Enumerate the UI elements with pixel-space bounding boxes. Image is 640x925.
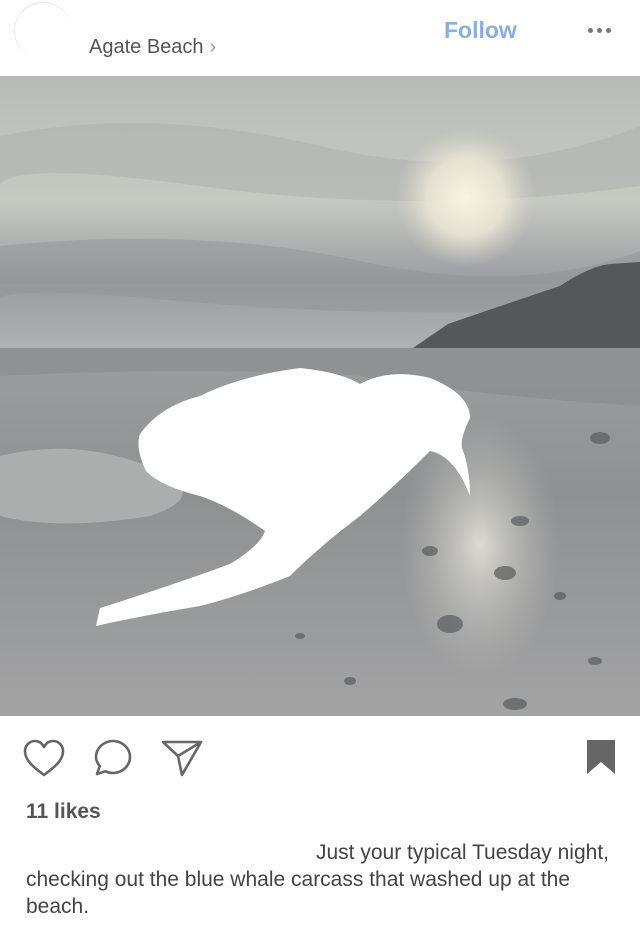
follow-button[interactable]: Follow	[444, 17, 517, 44]
more-dots-icon[interactable]	[588, 20, 616, 40]
chevron-right-icon: ›	[209, 36, 217, 58]
bookmark-icon[interactable]	[585, 738, 617, 783]
share-icon[interactable]	[160, 738, 204, 783]
avatar[interactable]	[14, 2, 72, 60]
heart-icon[interactable]	[22, 738, 66, 783]
beach-image	[0, 76, 640, 716]
post-photo[interactable]	[0, 76, 640, 716]
post-header: Agate Beach › Follow	[0, 0, 640, 76]
post-caption: Just your typical Tuesday night, checkin…	[26, 839, 616, 920]
location-link[interactable]: Agate Beach ›	[89, 36, 216, 59]
location-label: Agate Beach	[89, 36, 204, 58]
post-actions	[0, 716, 640, 796]
caption-text: Just your typical Tuesday night, checkin…	[26, 841, 609, 918]
likes-count[interactable]: 11 likes	[26, 800, 101, 824]
comment-icon[interactable]	[93, 738, 133, 783]
